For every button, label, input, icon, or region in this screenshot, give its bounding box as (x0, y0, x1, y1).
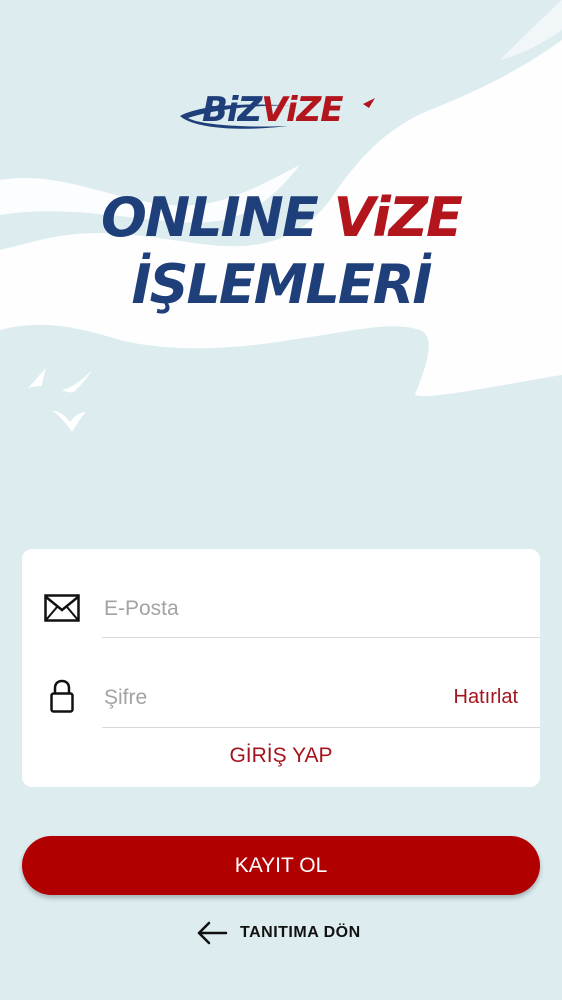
arrow-left-icon (197, 921, 228, 945)
headline-line-2: İŞLEMLERİ (131, 253, 433, 316)
headline-line-1: ONLINE ViZE (0, 188, 562, 248)
login-button[interactable]: GİRİŞ YAP (22, 744, 540, 768)
register-button[interactable]: KAYIT OL (22, 836, 540, 895)
logo-vize-text: ViZE (261, 90, 343, 130)
lock-icon (50, 679, 74, 713)
remind-password-link[interactable]: Hatırlat (454, 686, 518, 709)
email-divider (102, 637, 540, 638)
headline-vize: ViZE (333, 186, 463, 249)
password-divider (102, 727, 540, 728)
logo-biz-text: BiZ (202, 90, 262, 130)
logo-text: BiZViZE (202, 90, 343, 130)
back-label: TANITIMA DÖN (240, 924, 361, 941)
brand-logo: BiZViZE (178, 92, 388, 137)
envelope-icon (44, 594, 80, 622)
birds-icon (28, 368, 92, 432)
password-input[interactable] (104, 683, 434, 713)
email-input[interactable] (104, 594, 434, 624)
login-card: Hatırlat GİRİŞ YAP (22, 549, 540, 787)
back-to-intro-link[interactable]: TANITIMA DÖN (196, 918, 361, 948)
headline-online: ONLINE (101, 186, 319, 249)
